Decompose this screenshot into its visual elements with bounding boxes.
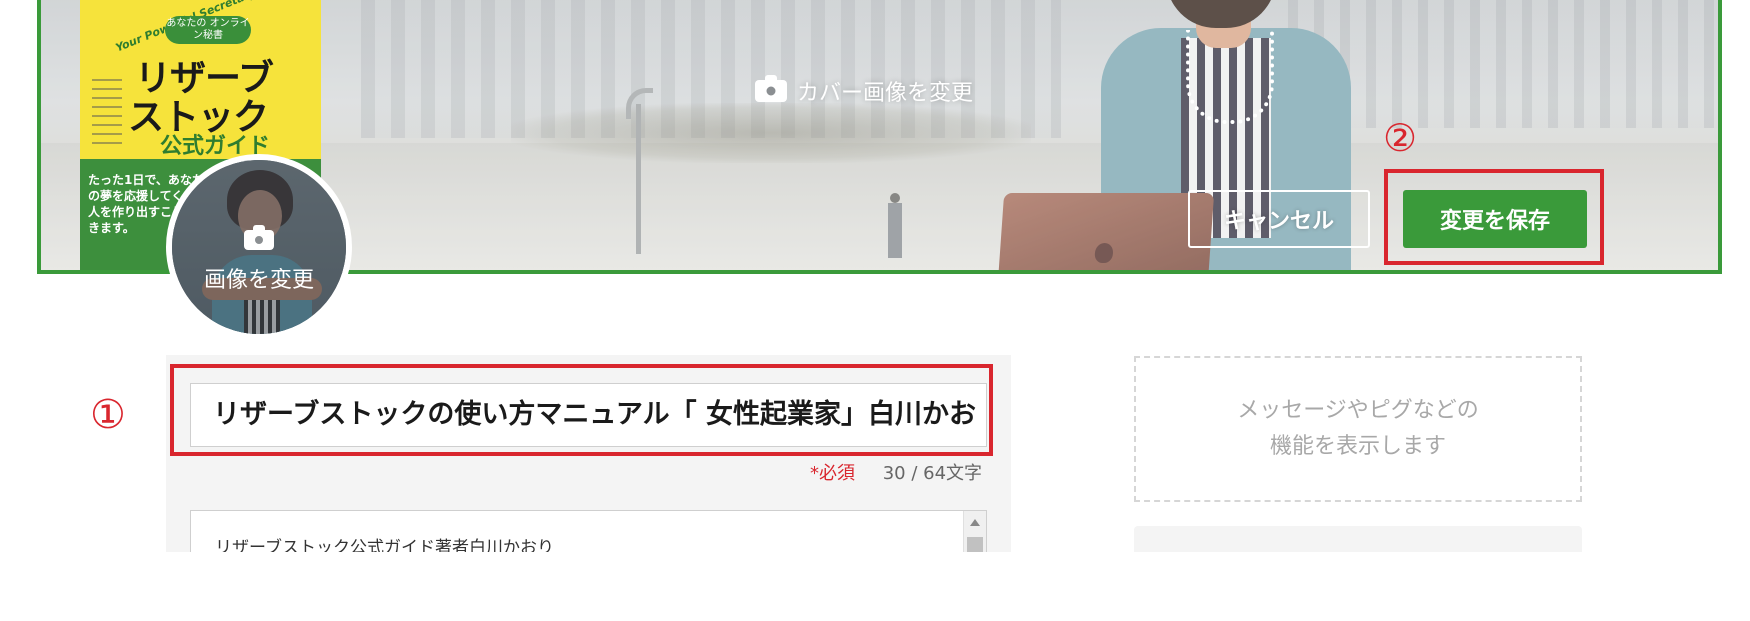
annotation-marker-1: ① bbox=[90, 392, 126, 438]
placeholder-line1: メッセージやピグなどの bbox=[1237, 398, 1479, 423]
avatar-change-label: 画像を変更 bbox=[203, 268, 314, 293]
sidebar-feature-placeholder: メッセージやピグなどの 機能を表示します bbox=[1134, 356, 1582, 502]
camera-icon bbox=[755, 75, 787, 102]
change-cover-label: カバー画像を変更 bbox=[797, 81, 974, 106]
required-label: *必須 bbox=[810, 463, 855, 484]
scroll-up-arrow-icon[interactable] bbox=[970, 519, 980, 526]
annotation-highlight-title bbox=[170, 364, 993, 456]
annotation-highlight-save bbox=[1384, 169, 1604, 265]
avatar-change-button[interactable]: 画像を変更 bbox=[166, 154, 352, 340]
annotation-marker-2: ② bbox=[1383, 116, 1418, 160]
title-char-counter: *必須 30 / 64文字 bbox=[810, 459, 982, 485]
char-count: 30 / 64文字 bbox=[882, 463, 983, 484]
change-cover-button[interactable]: カバー画像を変更 bbox=[755, 75, 974, 106]
book-pill: あなたの オンライン秘書 bbox=[165, 16, 251, 44]
camera-icon bbox=[244, 225, 274, 250]
cancel-button[interactable]: キャンセル bbox=[1188, 190, 1370, 248]
placeholder-line2: 機能を表示します bbox=[1269, 434, 1446, 459]
